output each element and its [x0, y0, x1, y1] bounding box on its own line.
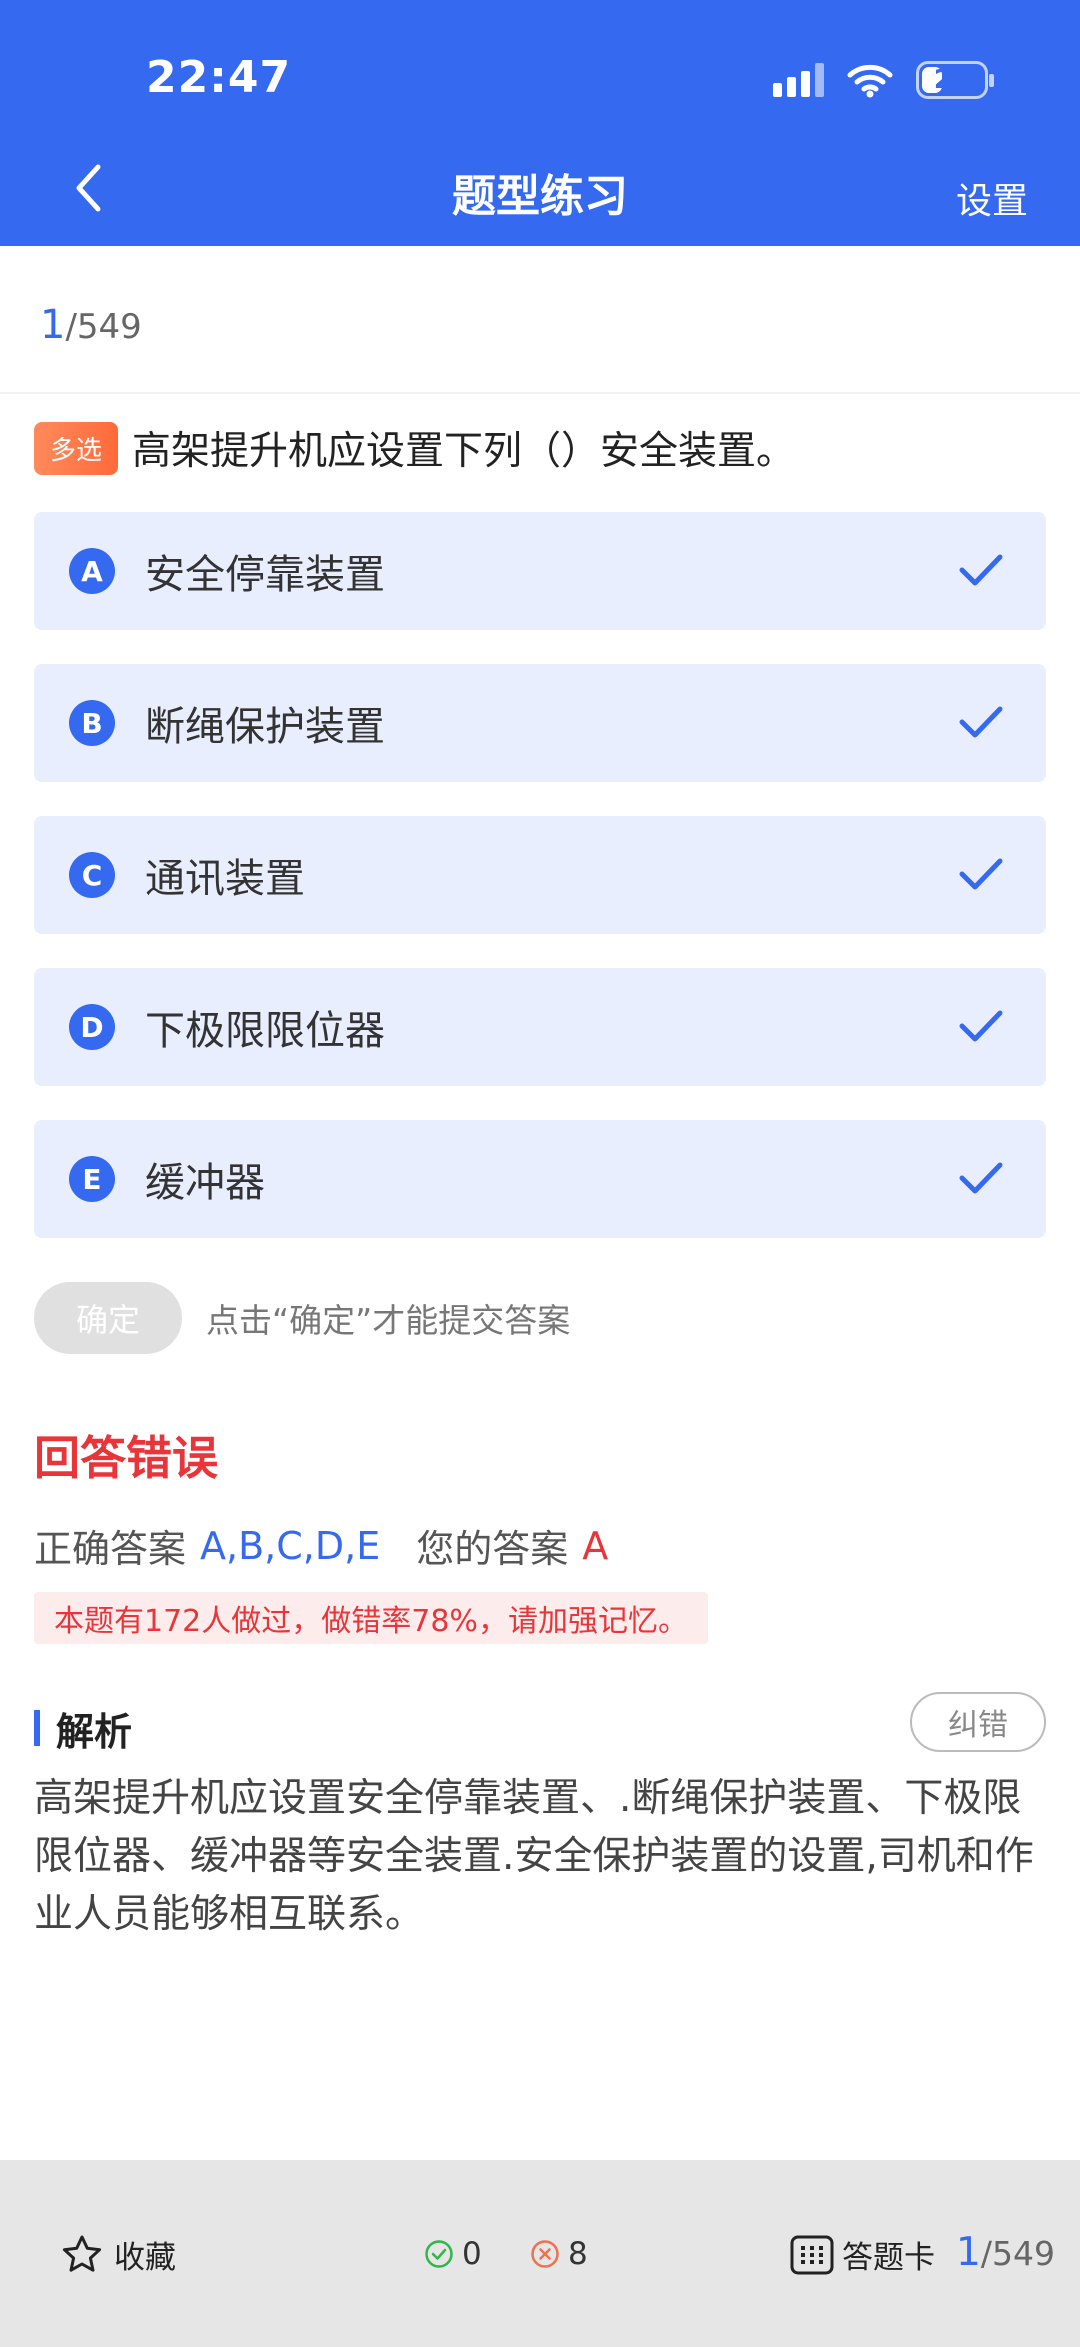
- wrong-count: 8: [530, 2236, 588, 2272]
- settings-button[interactable]: 设置: [956, 172, 1028, 224]
- answer-card-button[interactable]: 答题卡: [790, 2232, 935, 2277]
- option-a[interactable]: A 安全停靠装置: [34, 512, 1046, 630]
- bottom-progress-total: /549: [980, 2234, 1055, 2273]
- favorite-button[interactable]: 收藏: [60, 2232, 176, 2277]
- check-icon: [959, 858, 1003, 890]
- page-title: 题型练习: [452, 171, 628, 222]
- status-icons: 21: [773, 58, 994, 102]
- result-title: 回答错误: [34, 1431, 218, 1485]
- option-d[interactable]: D 下极限限位器: [34, 968, 1046, 1086]
- check-icon: [959, 706, 1003, 738]
- option-letter: B: [69, 700, 115, 746]
- answer-card-label: 答题卡: [842, 2240, 935, 2276]
- check-icon: [959, 554, 1003, 586]
- my-answer-value: A: [582, 1523, 609, 1568]
- confirm-hint: 点击“确定”才能提交答案: [206, 1301, 571, 1340]
- correct-count-value: 0: [462, 2236, 482, 2272]
- option-letter: E: [69, 1156, 115, 1202]
- battery-level: 21: [933, 65, 971, 95]
- analysis-text: 高架提升机应设置安全停靠装置、.断绳保护装置、下极限限位器、缓冲器等安全装置.安…: [34, 1776, 1034, 1937]
- cellular-signal-icon: [773, 63, 824, 97]
- section-accent-bar: [34, 1710, 40, 1746]
- battery-icon: 21: [916, 61, 994, 99]
- app-header: 22:47 21 题型练习 设置: [0, 0, 1080, 246]
- answer-summary: 正确答案 A,B,C,D,E 您的答案 A: [34, 1518, 608, 1573]
- option-text: 缓冲器: [145, 1160, 265, 1206]
- my-answer-label: 您的答案: [416, 1527, 569, 1571]
- confirm-row: 确定 点击“确定”才能提交答案: [34, 1282, 570, 1354]
- option-letter: C: [69, 852, 115, 898]
- option-e[interactable]: E 缓冲器: [34, 1120, 1046, 1238]
- correct-answer-value: A,B,C,D,E: [200, 1523, 381, 1568]
- question-progress: 1/549: [40, 302, 142, 348]
- correct-answer-label: 正确答案: [34, 1527, 187, 1571]
- progress-current: 1: [40, 302, 66, 348]
- option-c[interactable]: C 通讯装置: [34, 816, 1046, 934]
- option-list: A 安全停靠装置 B 断绳保护装置 C 通讯装置 D 下极限限位器 E 缓冲器: [34, 512, 1046, 1272]
- wifi-icon: [847, 64, 893, 98]
- status-time: 22:47: [146, 52, 292, 103]
- confirm-button[interactable]: 确定: [34, 1282, 182, 1354]
- analysis-title: 解析: [56, 1709, 133, 1754]
- bottom-progress-current: 1: [956, 2230, 981, 2275]
- check-icon: [959, 1010, 1003, 1042]
- option-text: 断绳保护装置: [145, 704, 385, 750]
- bottom-progress: 1/549: [956, 2230, 1055, 2275]
- star-icon: [62, 2235, 102, 2272]
- option-text: 安全停靠装置: [145, 552, 385, 598]
- check-circle-icon: [425, 2240, 453, 2268]
- bottom-bar: 收藏 0 8 答题卡 1/549: [0, 2160, 1080, 2347]
- option-letter: A: [69, 548, 115, 594]
- progress-total: /549: [65, 307, 142, 347]
- question-type-tag: 多选: [34, 421, 119, 475]
- question-text: 高架提升机应设置下列（）安全装置。: [132, 429, 796, 474]
- report-error-button[interactable]: 纠错: [910, 1692, 1046, 1752]
- x-circle-icon: [531, 2240, 559, 2268]
- grid-icon: [790, 2235, 834, 2274]
- correct-count: 0: [424, 2236, 482, 2272]
- option-text: 下极限限位器: [145, 1008, 385, 1054]
- check-icon: [959, 1162, 1003, 1194]
- question-stem: 多选 高架提升机应设置下列（）安全装置。: [34, 420, 1054, 476]
- favorite-label: 收藏: [114, 2240, 176, 2276]
- option-letter: D: [69, 1004, 115, 1050]
- analysis-header: 解析 纠错: [34, 1692, 1046, 1756]
- option-text: 通讯装置: [145, 856, 305, 902]
- option-b[interactable]: B 断绳保护装置: [34, 664, 1046, 782]
- wrong-count-value: 8: [568, 2236, 588, 2272]
- divider: [0, 392, 1080, 394]
- error-rate-note: 本题有172人做过，做错率78%，请加强记忆。: [34, 1592, 708, 1644]
